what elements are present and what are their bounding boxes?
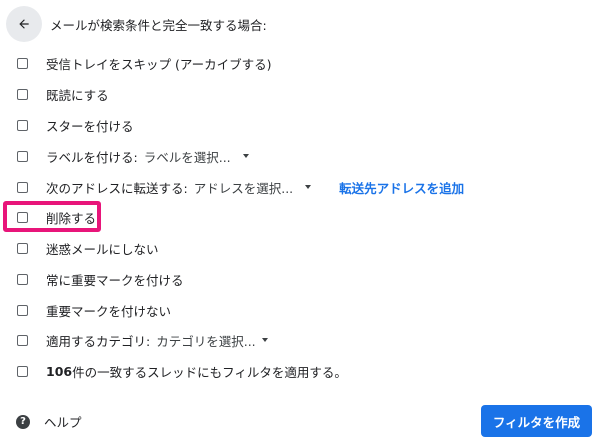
label-select-dropdown[interactable]: ラベルを選択... — [144, 147, 249, 166]
always-important-checkbox[interactable] — [17, 273, 28, 285]
mark-read-label: 既読にする — [46, 87, 109, 103]
chevron-down-icon — [261, 338, 268, 342]
never-important-label: 重要マークを付けない — [46, 303, 172, 319]
arrow-back-icon — [19, 19, 29, 29]
chevron-down-icon — [242, 154, 249, 158]
apply-existing-text-wrap: 106 件の一致するスレッドにもフィルタを適用する。 — [46, 362, 347, 381]
star-label: スターを付ける — [46, 118, 134, 134]
skip-inbox-label: 受信トレイをスキップ (アーカイブする) — [46, 56, 272, 72]
category-checkbox[interactable] — [17, 334, 28, 346]
criteria-title: メールが検索条件と完全一致する場合: — [50, 17, 267, 33]
category-select-value: カテゴリを選択... — [156, 333, 256, 349]
never-spam-checkbox[interactable] — [17, 242, 28, 254]
help-link[interactable]: ? ヘルプ — [16, 412, 82, 431]
create-filter-button[interactable]: フィルタを作成 — [481, 405, 592, 437]
apply-label-checkbox[interactable] — [17, 150, 28, 162]
apply-existing-checkbox[interactable] — [17, 365, 28, 377]
never-spam-label: 迷惑メールにしない — [46, 241, 159, 257]
filter-actions-panel: メールが検索条件と完全一致する場合: 受信トレイをスキップ (アーカイブする) … — [0, 0, 604, 448]
add-forwarding-address-link[interactable]: 転送先アドレスを追加 — [339, 178, 464, 197]
highlight-box — [3, 201, 101, 232]
star-checkbox[interactable] — [17, 119, 28, 131]
never-important-checkbox[interactable] — [17, 304, 28, 316]
category-label: 適用するカテゴリ: — [46, 333, 151, 349]
matching-thread-count: 106 — [46, 363, 73, 379]
skip-inbox-checkbox[interactable] — [17, 57, 28, 69]
category-select-dropdown[interactable]: カテゴリを選択... — [156, 331, 268, 350]
forward-text-wrap: 次のアドレスに転送する: アドレスを選択... 転送先アドレスを追加 — [46, 178, 464, 197]
mark-read-checkbox[interactable] — [17, 88, 28, 100]
address-select-dropdown[interactable]: アドレスを選択... — [193, 178, 312, 197]
back-button[interactable] — [6, 6, 42, 42]
category-text-wrap: 適用するカテゴリ: カテゴリを選択... — [46, 331, 268, 350]
always-important-label: 常に重要マークを付ける — [46, 272, 184, 288]
help-circle-icon: ? — [16, 414, 30, 429]
forward-checkbox[interactable] — [17, 181, 28, 193]
apply-existing-label: 件の一致するスレッドにもフィルタを適用する。 — [72, 364, 347, 380]
panel-header: メールが検索条件と完全一致する場合: — [6, 6, 267, 42]
chevron-down-icon — [305, 185, 312, 189]
apply-label-label: ラベルを付ける: — [46, 149, 138, 165]
apply-label-text-wrap: ラベルを付ける: ラベルを選択... — [46, 147, 249, 166]
forward-label: 次のアドレスに転送する: — [46, 180, 188, 196]
label-select-value: ラベルを選択... — [143, 149, 231, 165]
address-select-value: アドレスを選択... — [193, 180, 294, 196]
help-label: ヘルプ — [44, 415, 82, 430]
